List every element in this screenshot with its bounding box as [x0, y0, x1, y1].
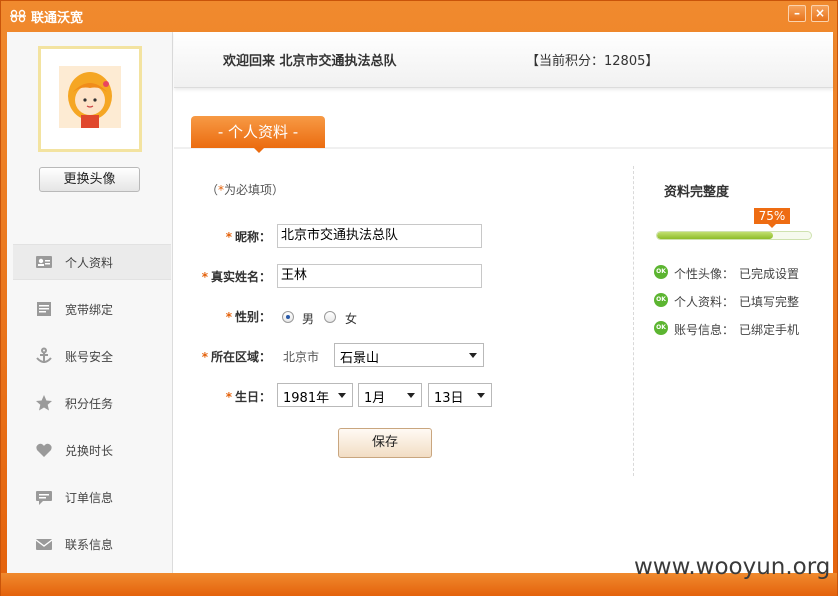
tab-profile[interactable]: - 个人资料 -: [191, 116, 325, 148]
birth-month-select[interactable]: 1月: [358, 383, 422, 407]
change-avatar-button[interactable]: 更换头像: [39, 167, 140, 192]
realname-field[interactable]: 王林: [277, 264, 482, 288]
ok-check-icon: OK: [654, 293, 668, 307]
star-icon: [36, 395, 52, 411]
points-display: 【当前积分：12805】: [526, 54, 659, 69]
sidebar: 更换头像 个人资料 宽带绑定 账号安全 积分任务 兑换时长 订单信息 联系信息: [7, 32, 173, 573]
envelope-icon: [35, 539, 53, 550]
save-button[interactable]: 保存: [338, 428, 432, 458]
watermark: www.wooyun.org: [634, 554, 831, 580]
close-button[interactable]: ×: [811, 5, 829, 22]
region-label: * 所在区域：: [201, 350, 271, 364]
sidebar-item-label: 兑换时长: [65, 443, 114, 458]
region-district-select[interactable]: 石景山: [334, 343, 484, 367]
required-hint: （*为必填项）: [206, 183, 285, 197]
region-city: 北京市: [283, 350, 320, 364]
status-item-name: 个性头像：: [674, 267, 735, 281]
chevron-down-icon: [469, 353, 477, 358]
gender-male-radio[interactable]: [282, 311, 294, 323]
avatar[interactable]: [59, 66, 121, 128]
nickname-label: * 昵称：: [225, 230, 271, 244]
completeness-progress-bar: [656, 231, 812, 240]
status-item-name: 个人资料：: [674, 295, 735, 309]
gender-label: * 性别：: [225, 310, 271, 324]
minimize-button[interactable]: –: [788, 5, 806, 22]
sidebar-item-points[interactable]: 积分任务: [13, 385, 171, 421]
sidebar-item-broadband[interactable]: 宽带绑定: [13, 291, 171, 327]
welcome-text: 欢迎回来 北京市交通执法总队: [223, 54, 397, 69]
completeness-percent-badge: 75%: [754, 208, 790, 228]
sidebar-item-label: 宽带绑定: [65, 302, 114, 317]
client-area: 更换头像 个人资料 宽带绑定 账号安全 积分任务 兑换时长 订单信息 联系信息 …: [7, 32, 833, 573]
anchor-icon: [36, 347, 52, 363]
sidebar-item-security[interactable]: 账号安全: [13, 338, 171, 374]
ok-check-icon: OK: [654, 265, 668, 279]
nickname-field[interactable]: 北京市交通执法总队: [277, 224, 482, 248]
title-bar[interactable]: 联通沃宽 – ×: [1, 1, 837, 31]
sidebar-item-label: 积分任务: [65, 396, 114, 411]
profile-card-icon: [36, 256, 52, 268]
sidebar-item-redeem[interactable]: 兑换时长: [13, 432, 171, 468]
status-item-value: 已填写完整: [739, 295, 800, 309]
ok-check-icon: OK: [654, 321, 668, 335]
header: 欢迎回来 北京市交通执法总队 【当前积分：12805】: [174, 32, 833, 88]
app-window: 联通沃宽 – × 更换头像 个人资料 宽带绑定 账号安全 积分任务 兑换时长 订…: [0, 0, 838, 596]
status-item-name: 账号信息：: [674, 323, 735, 337]
sidebar-item-profile[interactable]: 个人资料: [13, 244, 171, 280]
birth-year-select[interactable]: 1981年: [277, 383, 353, 407]
chat-bubble-icon: [36, 491, 52, 505]
sidebar-item-label: 订单信息: [65, 490, 114, 505]
avatar-frame: [38, 46, 142, 152]
sidebar-item-orders[interactable]: 订单信息: [13, 479, 171, 515]
window-title: 联通沃宽: [31, 11, 84, 26]
heart-icon: [36, 443, 52, 457]
sidebar-item-contact[interactable]: 联系信息: [13, 526, 171, 562]
unicom-logo-icon: [10, 9, 26, 23]
birthday-label: * 生日：: [225, 390, 271, 404]
document-icon: [37, 302, 51, 316]
chevron-down-icon: [407, 393, 415, 398]
sidebar-item-label: 账号安全: [65, 349, 114, 364]
gender-male-label: 男: [302, 312, 315, 326]
panel-divider: [633, 166, 634, 476]
realname-label: * 真实姓名：: [201, 270, 271, 284]
completeness-title: 资料完整度: [664, 185, 730, 200]
tab-notch: [253, 147, 265, 153]
completeness-progress-fill: [657, 232, 773, 239]
status-item-value: 已完成设置: [739, 267, 800, 281]
gender-female-label: 女: [345, 312, 358, 326]
status-item-value: 已绑定手机: [739, 323, 800, 337]
sidebar-item-label: 联系信息: [65, 537, 114, 552]
birth-day-select[interactable]: 13日: [428, 383, 492, 407]
chevron-down-icon: [338, 393, 346, 398]
gender-female-radio[interactable]: [324, 311, 336, 323]
sidebar-item-label: 个人资料: [65, 255, 114, 270]
chevron-down-icon: [477, 393, 485, 398]
